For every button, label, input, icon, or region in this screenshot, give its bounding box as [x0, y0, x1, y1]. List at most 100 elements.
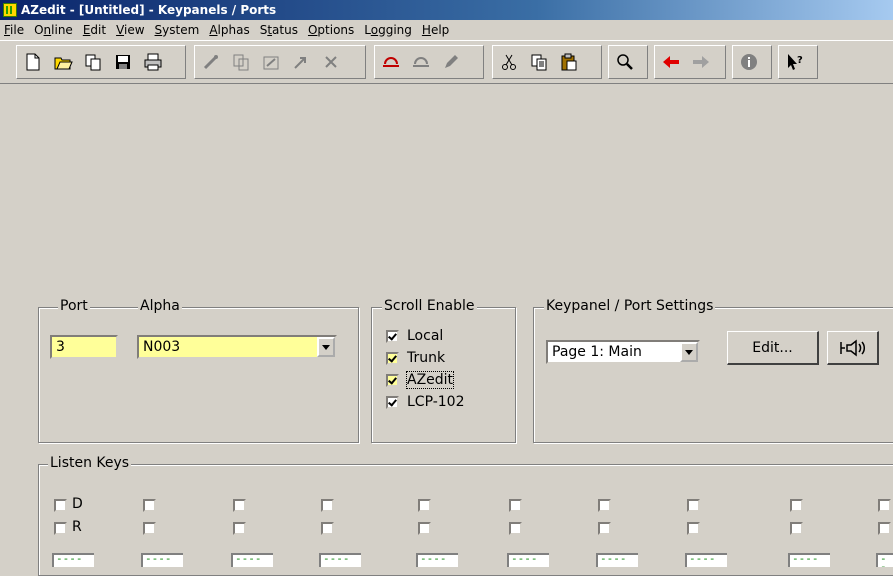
send-icon[interactable]	[257, 48, 285, 76]
listen-key-checkbox[interactable]	[143, 522, 156, 535]
menu-edit[interactable]: Edit	[79, 23, 112, 37]
app-icon[interactable]	[3, 3, 17, 17]
upload-icon[interactable]	[287, 48, 315, 76]
toolbar-group-help: ?	[778, 45, 818, 79]
listen-key-checkbox[interactable]	[321, 499, 334, 512]
listen-key-box[interactable]: ----	[788, 553, 830, 567]
listen-key-box[interactable]: ----	[52, 553, 94, 567]
listen-key-box[interactable]: ----	[596, 553, 638, 567]
checkbox-lcp102[interactable]	[386, 395, 399, 409]
paste-icon[interactable]	[555, 48, 583, 76]
alpha-dropdown-button[interactable]	[317, 337, 335, 357]
page-select-value: Page 1: Main	[552, 344, 642, 360]
menu-help[interactable]: Help	[418, 23, 455, 37]
alpha-label: Alpha	[138, 298, 182, 314]
info-icon[interactable]	[735, 48, 763, 76]
port-label: Port	[58, 298, 90, 314]
checkbox-local[interactable]	[386, 329, 399, 343]
toolbar: ?	[0, 40, 893, 84]
disconnect-icon[interactable]	[317, 48, 345, 76]
listen-key-checkbox[interactable]	[687, 522, 700, 535]
port-field[interactable]: 3	[50, 335, 118, 359]
connect-icon[interactable]	[197, 48, 225, 76]
listen-key-box[interactable]: ----	[141, 553, 183, 567]
listen-key-box[interactable]: ----	[876, 553, 893, 567]
toolbar-group-search	[608, 45, 648, 79]
window-title: AZedit - [Untitled] - Keypanels / Ports	[21, 3, 277, 17]
title-bar: AZedit - [Untitled] - Keypanels / Ports	[0, 0, 893, 20]
alpha-select[interactable]: N003	[137, 335, 337, 359]
toolbar-group-nav	[654, 45, 726, 79]
scroll-enable-label: Scroll Enable	[382, 298, 477, 314]
help-pointer-icon[interactable]: ?	[781, 48, 809, 76]
toolbar-group-file	[16, 45, 186, 79]
scroll-trunk-checkbox[interactable]: Trunk	[386, 350, 445, 366]
listen-key-checkbox[interactable]	[418, 522, 431, 535]
back-arrow-icon[interactable]	[657, 48, 685, 76]
search-icon[interactable]	[611, 48, 639, 76]
menu-online[interactable]: Online	[30, 23, 79, 37]
listen-row-r-label: R	[72, 519, 82, 535]
listen-key-box[interactable]: ----	[416, 553, 458, 567]
listen-key-checkbox[interactable]	[321, 522, 334, 535]
copy-panel-icon[interactable]	[227, 48, 255, 76]
toolbar-group-undo	[374, 45, 484, 79]
listen-key-box[interactable]: ----	[685, 553, 727, 567]
keypanel-settings-label: Keypanel / Port Settings	[544, 298, 716, 314]
listen-key-checkbox[interactable]	[418, 499, 431, 512]
menu-view[interactable]: View	[112, 23, 150, 37]
speaker-button[interactable]	[827, 331, 879, 365]
scroll-local-checkbox[interactable]: Local	[386, 328, 443, 344]
menu-system[interactable]: System	[151, 23, 206, 37]
listen-key-checkbox[interactable]	[233, 499, 246, 512]
listen-key-checkbox[interactable]	[509, 499, 522, 512]
open-icon[interactable]	[49, 48, 77, 76]
listen-key-checkbox[interactable]	[143, 499, 156, 512]
listen-key-checkbox[interactable]	[598, 499, 611, 512]
listen-key-checkbox[interactable]	[790, 522, 803, 535]
menu-alphas[interactable]: Alphas	[205, 23, 255, 37]
menu-logging[interactable]: Logging	[360, 23, 418, 37]
pencil-icon[interactable]	[437, 48, 465, 76]
listen-key-box[interactable]: ----	[507, 553, 549, 567]
checkbox-azedit[interactable]	[386, 373, 399, 387]
scroll-azedit-checkbox[interactable]: AZedit	[386, 371, 455, 389]
checkbox-trunk[interactable]	[386, 351, 399, 365]
listen-key-r-checkbox[interactable]	[54, 522, 67, 535]
undo-icon[interactable]	[377, 48, 405, 76]
listen-keys-label: Listen Keys	[48, 455, 132, 471]
listen-key-checkbox[interactable]	[790, 499, 803, 512]
menu-file[interactable]: File	[0, 23, 30, 37]
scroll-lcp102-checkbox[interactable]: LCP-102	[386, 394, 464, 410]
new-icon[interactable]	[19, 48, 47, 76]
listen-key-checkbox[interactable]	[598, 522, 611, 535]
menu-options[interactable]: Options	[304, 23, 360, 37]
toolbar-group-online	[194, 45, 366, 79]
keypanel-settings-group	[533, 307, 893, 443]
main-content: Port Alpha 3 N003 Scroll Enable Local Tr…	[0, 84, 893, 576]
listen-key-checkbox[interactable]	[878, 499, 891, 512]
redo-icon[interactable]	[407, 48, 435, 76]
port-alpha-group	[38, 307, 359, 443]
menu-bar: File Online Edit View System Alphas Stat…	[0, 20, 893, 40]
copy-file-icon[interactable]	[79, 48, 107, 76]
copy-icon[interactable]	[525, 48, 553, 76]
edit-button[interactable]: Edit...	[727, 331, 819, 365]
listen-key-box[interactable]: ----	[319, 553, 361, 567]
alpha-value: N003	[143, 339, 181, 355]
page-dropdown-button[interactable]	[680, 342, 698, 362]
save-icon[interactable]	[109, 48, 137, 76]
speaker-icon	[839, 338, 865, 357]
listen-key-checkbox[interactable]	[233, 522, 246, 535]
cut-icon[interactable]	[495, 48, 523, 76]
forward-arrow-icon[interactable]	[687, 48, 715, 76]
listen-row-d-label: D	[72, 496, 83, 512]
listen-key-box[interactable]: ----	[231, 553, 273, 567]
page-select[interactable]: Page 1: Main	[546, 340, 700, 364]
menu-status[interactable]: Status	[256, 23, 304, 37]
listen-key-checkbox[interactable]	[878, 522, 891, 535]
listen-key-checkbox[interactable]	[509, 522, 522, 535]
listen-key-d-checkbox[interactable]	[54, 499, 67, 512]
listen-key-checkbox[interactable]	[687, 499, 700, 512]
print-icon[interactable]	[139, 48, 167, 76]
